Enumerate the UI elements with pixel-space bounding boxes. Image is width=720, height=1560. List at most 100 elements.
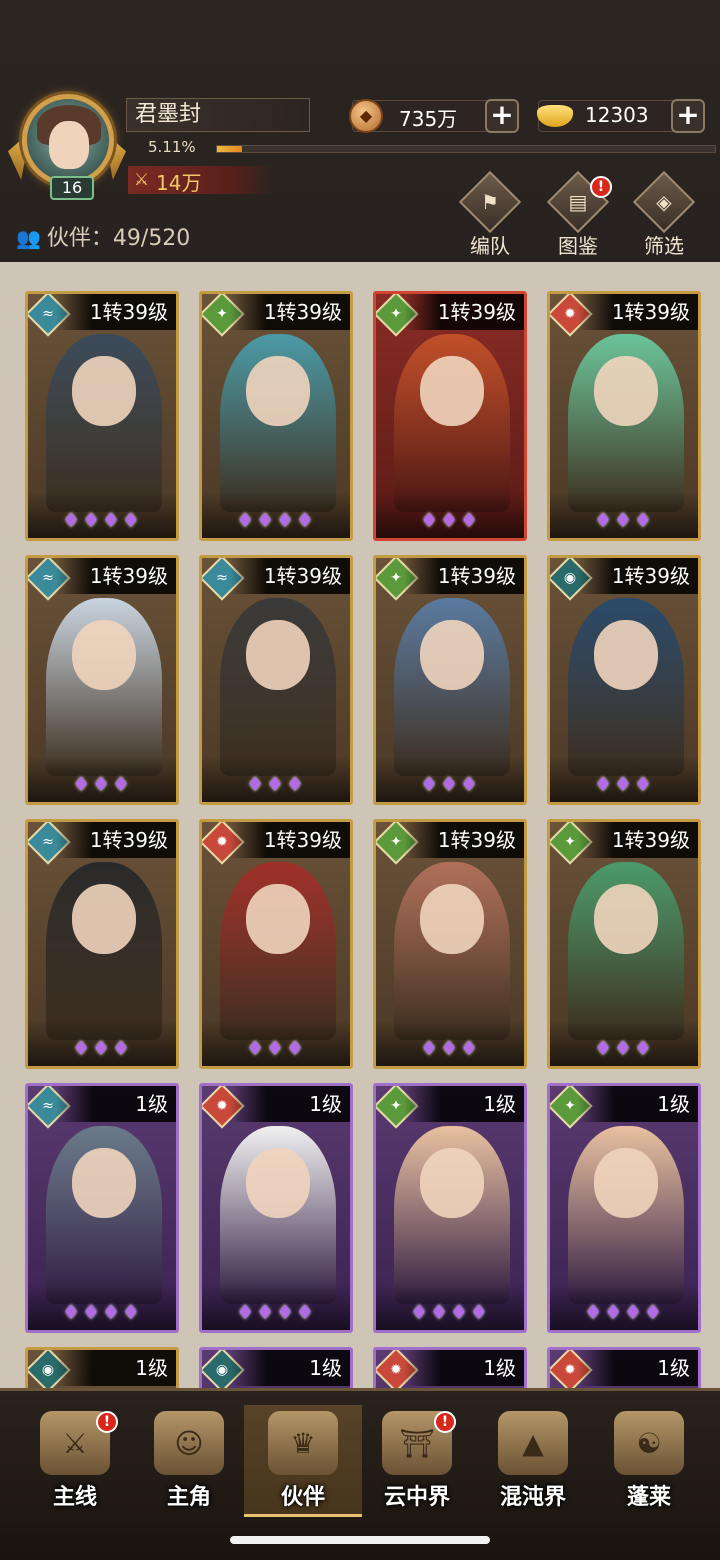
partner-card[interactable]: ✦ 1转39级 ♦♦♦♦ [199,291,353,541]
exp-percent: 5.11% [148,138,196,156]
partner-card[interactable]: ✦ 1转39级 ♦♦♦ [373,555,527,805]
partner-count-text: 伙伴：49/520 [46,226,191,251]
player-level-badge: 16 [50,176,94,200]
nav-chaos-realm[interactable]: ▲ 混沌界 [474,1405,592,1517]
partner-card[interactable]: ≈1转39级 ♦♦♦♦ [25,291,179,541]
cloud-realm-alert-badge: ! [434,1411,456,1433]
combat-power: ⚔ 14万 [128,166,274,195]
partner-card[interactable]: ✹ 1转39级 ♦♦♦ [199,819,353,1069]
partner-face [420,620,484,690]
partner-card[interactable]: ✹ 1级 [547,1347,701,1388]
nav-hero[interactable]: ☺ 主角 [130,1405,248,1517]
player-avatar[interactable]: 16 [8,92,126,202]
coin-value: 735万 [399,107,458,131]
partner-star-rating: ♦♦♦♦ [62,1300,142,1324]
partner-level: 1转39级 [404,558,524,594]
filter-button[interactable]: ◈ 筛选 [628,170,700,258]
partner-star-rating: ♦♦♦ [72,1036,132,1060]
partner-level: 1级 [230,1350,350,1386]
partner-card[interactable]: ✹ 1级 [373,1347,527,1388]
partner-level: 1转39级 [230,822,350,858]
partner-card[interactable]: ✹ 1级 ♦♦♦♦ [199,1083,353,1333]
nav-partner[interactable]: ♛ 伙伴 [244,1405,362,1517]
filter-label: 筛选 [644,234,684,258]
partner-star-rating: ♦♦♦ [420,772,480,796]
partner-face [72,884,136,954]
partner-star-rating: ♦♦♦♦ [410,1300,490,1324]
nav-hero-label: 主角 [166,1485,211,1510]
nav-cloud-realm[interactable]: ⛩ 云中界 ! [358,1405,476,1517]
partner-level: 1级 [404,1350,524,1386]
partner-star-rating: ♦♦♦ [246,772,306,796]
gold-ingot-icon [537,105,573,127]
add-gold-button[interactable]: + [671,99,705,133]
partner-star-rating: ♦♦♦ [420,508,480,532]
partner-level: 1转39级 [230,294,350,330]
nav-penglai-label: 蓬莱 [626,1485,671,1510]
coin-counter: ◆ 735万 + [349,99,519,133]
combat-power-value: 14万 [156,171,202,195]
partner-card[interactable]: ✹ 1转39级 ♦♦♦ [547,291,701,541]
partner-face [594,356,658,426]
partner-level: 1转39级 [404,822,524,858]
add-coins-button[interactable]: + [485,99,519,133]
partner-face [420,1148,484,1218]
partner-level: 1转39级 [578,294,698,330]
partner-face [246,1148,310,1218]
partner-face [72,620,136,690]
exp-bar [216,145,716,153]
partner-star-rating: ♦♦♦♦ [236,508,316,532]
gold-value: 12303 [585,103,649,127]
partner-star-rating: ♦♦♦♦ [236,1300,316,1324]
formation-label: 编队 [470,234,510,258]
partner-star-rating: ♦♦♦ [594,508,654,532]
avatar-face [49,121,89,169]
partner-face [594,884,658,954]
hero-portrait-icon: ☺ [154,1411,224,1475]
partner-level: 1转39级 [56,294,176,330]
top-header: 16 君墨封 5.11% ⚔ 14万 ◆ 735万 + 12303 + 👥 伙伴：… [0,0,720,262]
partner-face [420,884,484,954]
partner-level: 1转39级 [578,558,698,594]
partner-star-rating: ♦♦♦ [594,772,654,796]
main-quest-alert-badge: ! [96,1411,118,1433]
formation-button[interactable]: ⚑ 编队 [454,170,526,258]
partner-card[interactable]: ◉ 1级 [199,1347,353,1388]
partner-star-rating: ♦♦♦♦ [584,1300,664,1324]
partner-card[interactable]: ✦ 1级 ♦♦♦♦ [373,1083,527,1333]
partner-level: 1级 [56,1350,176,1386]
partner-card[interactable]: ≈1转39级 ♦♦♦ [199,555,353,805]
bottom-navigation: ⚔ 主线 ! ☺ 主角 ♛ 伙伴 ⛩ 云中界 ! ▲ 混沌界 ☯ 蓬莱 [0,1388,720,1560]
partner-level: 1级 [404,1086,524,1122]
player-name: 君墨封 [126,98,310,132]
partner-card[interactable]: ≈1转39级 ♦♦♦ [25,819,179,1069]
partner-card[interactable]: ✦ 1转39级 ♦♦♦ [547,819,701,1069]
partner-card[interactable]: ✦ 1转39级 ♦♦♦ [373,291,527,541]
partner-level: 1级 [230,1086,350,1122]
partner-face [72,1148,136,1218]
partner-level: 1转39级 [404,294,524,330]
avatar-portrait [22,94,114,186]
partner-card[interactable]: ≈1级 ♦♦♦♦ [25,1083,179,1333]
nav-penglai[interactable]: ☯ 蓬莱 [590,1405,708,1517]
partner-card[interactable]: ✦ 1转39级 ♦♦♦ [373,819,527,1069]
gold-counter: 12303 + [537,99,705,133]
partner-level: 1转39级 [56,822,176,858]
codex-label: 图鉴 [558,234,598,258]
partner-card[interactable]: ◉ 1转39级 ♦♦♦ [547,555,701,805]
people-icon: 👥 [16,226,41,250]
partner-face [594,620,658,690]
partner-face [420,356,484,426]
partner-face [246,620,310,690]
nav-main-quest[interactable]: ⚔ 主线 ! [16,1405,134,1517]
partner-level: 1转39级 [230,558,350,594]
partner-card[interactable]: ≈1转39级 ♦♦♦ [25,555,179,805]
partner-card[interactable]: ✦ 1级 ♦♦♦♦ [547,1083,701,1333]
filter-icon: ◈ [632,170,696,234]
partner-card[interactable]: ◉ 1级 [25,1347,179,1388]
codex-button[interactable]: ▤ 图鉴 ! [542,170,614,258]
nav-chaos-realm-label: 混沌界 [499,1485,566,1510]
partner-level: 1转39级 [56,558,176,594]
partner-level: 1转39级 [578,822,698,858]
codex-alert-badge: ! [590,176,612,198]
